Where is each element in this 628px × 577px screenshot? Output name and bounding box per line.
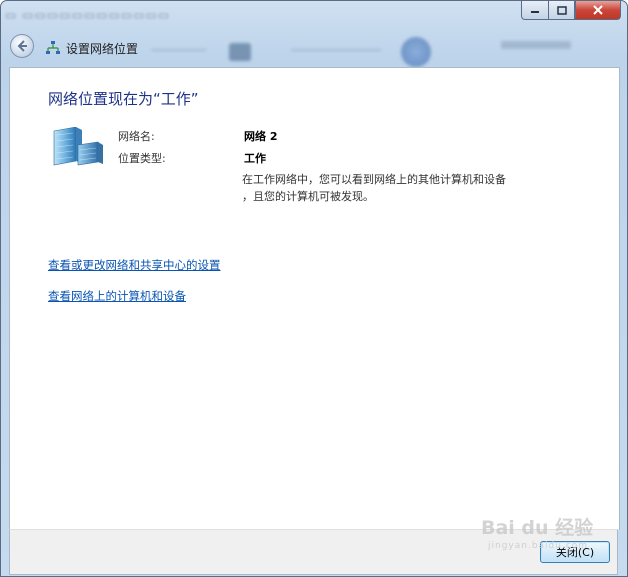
close-window-button[interactable] [575, 1, 621, 20]
nav-title: 设置网络位置 [66, 42, 139, 56]
title-bar: ▭ ▭▭▭▭▭▭▭▭▭▭▭▭ [1, 1, 627, 29]
window-title-blurred: ▭ ▭▭▭▭▭▭▭▭▭▭▭▭ [5, 8, 171, 22]
location-type-label: 位置类型: [118, 152, 166, 165]
maximize-button[interactable] [548, 1, 575, 20]
location-description: 在工作网络中，您可以看到网络上的其他计算机和设备 ，且您的计算机可被发现。 [242, 171, 542, 205]
network-name-label: 网络名: [118, 130, 155, 143]
baidu-watermark-url: jingyan.baidu.com [488, 541, 589, 551]
close-icon [593, 5, 603, 15]
work-network-icon [53, 127, 103, 166]
background-progress-decoration [151, 37, 621, 67]
network-icon [46, 41, 60, 54]
arrow-left-icon [17, 40, 27, 52]
maximize-icon [556, 5, 567, 15]
back-button[interactable] [10, 34, 34, 58]
view-network-computers-link[interactable]: 查看网络上的计算机和设备 [48, 288, 186, 304]
description-line-1: 在工作网络中，您可以看到网络上的其他计算机和设备 [242, 173, 506, 186]
window-controls [521, 1, 621, 20]
network-name-value: 网络 2 [244, 130, 278, 143]
location-type-value: 工作 [244, 152, 266, 165]
baidu-watermark: Bai du 经验 [481, 517, 594, 539]
network-sharing-center-link[interactable]: 查看或更改网络和共享中心的设置 [48, 257, 221, 273]
content-panel: 网络位置现在为“工作” 网络名: 网络 2 位置类型: 工作 在工作网络中，您可… [9, 67, 620, 530]
dialog-window: ▭ ▭▭▭▭▭▭▭▭▭▭▭▭ 设置网络位置 网络位置现在为“工作” 网络名: 网… [0, 0, 628, 577]
minimize-icon [531, 11, 539, 13]
description-line-2: ，且您的计算机可被发现。 [242, 190, 374, 203]
minimize-button[interactable] [521, 1, 548, 20]
page-title: 网络位置现在为“工作” [48, 90, 199, 108]
